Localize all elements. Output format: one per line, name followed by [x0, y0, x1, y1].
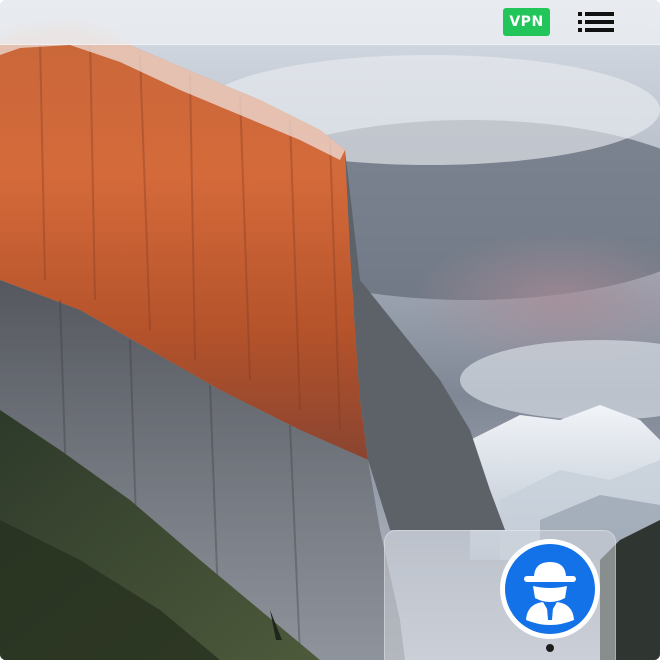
vpn-status-badge[interactable]: VPN	[503, 8, 550, 36]
menu-bar: VPN	[0, 0, 660, 45]
desktop: VPN	[0, 0, 660, 660]
list-icon[interactable]	[576, 10, 616, 34]
app-running-indicator	[546, 644, 554, 652]
incognito-spy-icon[interactable]	[499, 538, 601, 640]
